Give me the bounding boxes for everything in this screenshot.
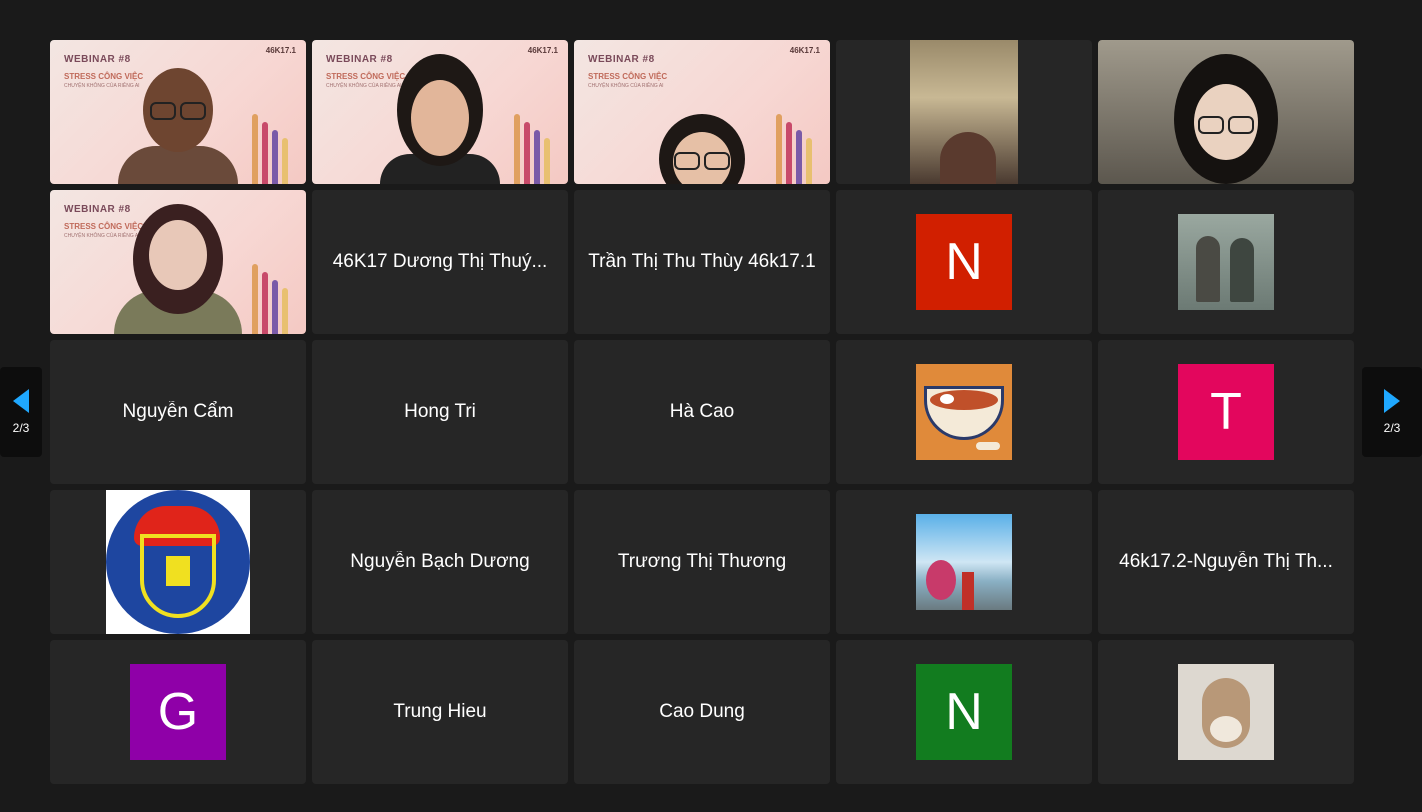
webinar-brand: 46K17.1 bbox=[265, 46, 296, 55]
participant-tile[interactable]: Trần Thị Thu Thùy 46k17.1 bbox=[574, 190, 830, 334]
participant-name: Hà Cao bbox=[669, 401, 735, 422]
page-indicator: 2/3 bbox=[12, 421, 30, 435]
participant-tile[interactable]: T bbox=[1098, 340, 1354, 484]
participant-tile[interactable]: 46K17 Dương Thị Thuý... bbox=[312, 190, 568, 334]
participant-tile[interactable] bbox=[50, 490, 306, 634]
page-indicator: 2/3 bbox=[1383, 421, 1401, 435]
participant-tile[interactable]: Trung Hieu bbox=[312, 640, 568, 784]
avatar bbox=[916, 514, 1012, 610]
stripes-decoration bbox=[246, 104, 306, 184]
avatar-initial: G bbox=[157, 683, 199, 741]
participant-video bbox=[1161, 54, 1291, 184]
participant-name: 46k17.2-Nguyễn Thị Th... bbox=[1119, 551, 1333, 572]
avatar bbox=[1178, 664, 1274, 760]
participant-name: Trần Thị Thu Thùy 46k17.1 bbox=[588, 251, 816, 272]
video-tile[interactable] bbox=[836, 40, 1092, 184]
participant-tile[interactable]: Hà Cao bbox=[574, 340, 830, 484]
avatar bbox=[916, 364, 1012, 460]
participant-tile[interactable]: Cao Dung bbox=[574, 640, 830, 784]
participant-tile[interactable]: Trương Thị Thương bbox=[574, 490, 830, 634]
participant-tile[interactable]: G bbox=[50, 640, 306, 784]
chevron-left-icon bbox=[13, 389, 29, 413]
participant-video bbox=[637, 54, 767, 184]
avatar: G bbox=[130, 664, 226, 760]
video-tile[interactable]: WEBINAR #8 STRESS CÔNG VIỆC CHUYỆN KHÔNG… bbox=[50, 40, 306, 184]
video-tile[interactable] bbox=[1098, 40, 1354, 184]
university-emblem-icon bbox=[106, 490, 250, 634]
participant-name: Trương Thị Thương bbox=[617, 551, 787, 572]
webinar-brand: 46K17.1 bbox=[527, 46, 558, 55]
participant-video bbox=[375, 54, 505, 184]
avatar: T bbox=[1178, 364, 1274, 460]
participant-tile[interactable] bbox=[1098, 190, 1354, 334]
participant-tile[interactable]: N bbox=[836, 640, 1092, 784]
avatar-initial: N bbox=[945, 233, 983, 291]
video-tile[interactable]: WEBINAR #8 STRESS CÔNG VIỆC CHUYỆN KHÔNG… bbox=[574, 40, 830, 184]
participant-tile[interactable] bbox=[836, 490, 1092, 634]
avatar-initial: N bbox=[945, 683, 983, 741]
video-tile[interactable]: WEBINAR #8 STRESS CÔNG VIỆC CHUYỆN KHÔNG… bbox=[50, 190, 306, 334]
video-tile[interactable]: WEBINAR #8 STRESS CÔNG VIỆC CHUYỆN KHÔNG… bbox=[312, 40, 568, 184]
participant-tile[interactable]: 46k17.2-Nguyễn Thị Th... bbox=[1098, 490, 1354, 634]
participant-tile[interactable]: Hong Tri bbox=[312, 340, 568, 484]
participant-name: Trung Hieu bbox=[393, 701, 487, 722]
participant-tile[interactable] bbox=[836, 340, 1092, 484]
webinar-brand: 46K17.1 bbox=[789, 46, 820, 55]
participant-name: Cao Dung bbox=[659, 701, 745, 722]
stripes-decoration bbox=[508, 104, 568, 184]
participant-video bbox=[113, 54, 243, 184]
participant-tile[interactable] bbox=[1098, 640, 1354, 784]
stripes-decoration bbox=[770, 104, 830, 184]
participant-name: Nguyễn Cẩm bbox=[122, 401, 234, 422]
avatar bbox=[1178, 214, 1274, 310]
participant-video bbox=[910, 40, 1018, 184]
next-page-button[interactable]: 2/3 bbox=[1362, 367, 1422, 457]
chevron-right-icon bbox=[1384, 389, 1400, 413]
avatar-initial: T bbox=[1210, 383, 1242, 441]
participant-tile[interactable]: Nguyễn Cẩm bbox=[50, 340, 306, 484]
previous-page-button[interactable]: 2/3 bbox=[0, 367, 42, 457]
avatar bbox=[106, 490, 250, 634]
participant-tile[interactable]: Nguyễn Bạch Dương bbox=[312, 490, 568, 634]
stripes-decoration bbox=[246, 254, 306, 334]
participant-name: Hong Tri bbox=[404, 401, 476, 422]
participant-video bbox=[113, 204, 243, 334]
avatar: N bbox=[916, 214, 1012, 310]
participant-tile[interactable]: N bbox=[836, 190, 1092, 334]
avatar: N bbox=[916, 664, 1012, 760]
participant-name: Nguyễn Bạch Dương bbox=[350, 551, 530, 572]
participant-name: 46K17 Dương Thị Thuý... bbox=[332, 251, 548, 272]
participant-gallery: WEBINAR #8 STRESS CÔNG VIỆC CHUYỆN KHÔNG… bbox=[50, 40, 1354, 784]
